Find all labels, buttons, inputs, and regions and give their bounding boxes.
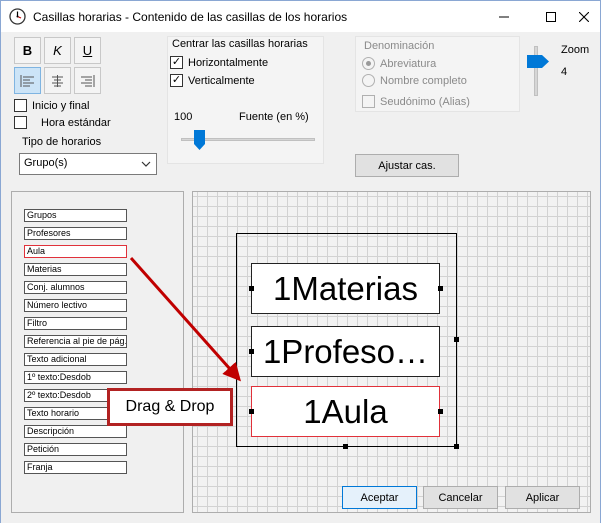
field-item[interactable]: Texto adicional	[24, 353, 127, 366]
resize-handle[interactable]	[454, 337, 459, 342]
resize-handle[interactable]	[454, 444, 459, 449]
underline-button[interactable]: U	[74, 37, 101, 64]
resize-handle[interactable]	[438, 286, 443, 291]
checkbox-box	[14, 116, 27, 129]
dialog-window: Casillas horarias - Contenido de las cas…	[0, 0, 601, 523]
align-left-icon	[20, 74, 34, 87]
inicio-final-label: Inicio y final	[32, 99, 90, 112]
cell-design-canvas[interactable]: 1Materias 1Profeso… 1Aula	[192, 191, 591, 513]
cell-text: 1Materias	[273, 269, 418, 307]
minimize-icon	[499, 16, 509, 17]
cell-text: 1Aula	[303, 392, 388, 430]
field-item[interactable]: Franja	[24, 461, 127, 474]
field-item[interactable]: 1º texto:Desdob	[24, 371, 127, 384]
bold-button[interactable]: B	[14, 37, 41, 64]
accept-button-label: Aceptar	[360, 491, 399, 504]
field-item[interactable]: Materias	[24, 263, 127, 276]
field-item[interactable]: Referencia al pie de pág.	[24, 335, 127, 348]
apply-button[interactable]: Aplicar	[505, 486, 580, 509]
horizontal-checkbox[interactable]: ✓ Horizontalmente	[170, 56, 268, 69]
field-item[interactable]: Petición	[24, 443, 127, 456]
denominacion-title: Denominación	[364, 40, 435, 52]
checkbox-box	[14, 99, 27, 112]
underline-icon: U	[82, 43, 93, 58]
field-item[interactable]: Número lectivo	[24, 299, 127, 312]
checkmark-icon: ✓	[170, 56, 183, 69]
bold-icon: B	[22, 43, 33, 58]
checkmark-icon: ✓	[170, 74, 183, 87]
field-item[interactable]: Conj. alumnos	[24, 281, 127, 294]
tipo-horarios-label: Tipo de horarios	[22, 136, 102, 148]
cell-field-aula[interactable]: 1Aula	[251, 386, 440, 437]
cell-field-materias[interactable]: 1Materias	[251, 263, 440, 314]
close-button[interactable]	[569, 1, 599, 32]
hora-estandar-checkbox[interactable]: Hora estándar	[14, 116, 111, 129]
cell-text: 1Profeso…	[262, 332, 429, 370]
tipo-horarios-select[interactable]: Grupo(s)	[19, 153, 157, 175]
apply-button-label: Aplicar	[525, 491, 560, 504]
maximize-button[interactable]	[536, 1, 566, 32]
italic-button[interactable]: K	[44, 37, 71, 64]
font-percent-value: 100	[174, 111, 193, 123]
field-item[interactable]: Profesores	[24, 227, 127, 240]
field-item[interactable]: Filtro	[24, 317, 127, 330]
italic-icon: K	[53, 43, 62, 58]
checkbox-box	[362, 95, 375, 108]
hora-estandar-label: Hora estándar	[41, 116, 111, 129]
vertical-checkbox[interactable]: ✓ Verticalmente	[170, 74, 255, 87]
nombre-completo-radio[interactable]: Nombre completo	[362, 74, 467, 87]
zoom-slider-thumb[interactable]	[527, 55, 549, 68]
accept-button[interactable]: Aceptar	[342, 486, 417, 509]
drag-drop-callout: Drag & Drop	[107, 388, 233, 426]
close-icon	[579, 11, 589, 22]
tipo-horarios-value: Grupo(s)	[24, 157, 68, 169]
resize-handle[interactable]	[343, 444, 348, 449]
ajustar-button-label: Ajustar cas.	[378, 159, 436, 172]
cancel-button[interactable]: Cancelar	[423, 486, 498, 509]
minimize-button[interactable]	[489, 1, 519, 32]
align-right-icon	[81, 74, 95, 87]
field-item[interactable]: Descripción	[24, 425, 127, 438]
callout-text: Drag & Drop	[125, 398, 215, 415]
resize-handle[interactable]	[249, 286, 254, 291]
maximize-icon	[546, 11, 556, 22]
clock-app-icon	[9, 8, 26, 25]
ajustar-button[interactable]: Ajustar cas.	[355, 154, 459, 177]
centrar-title: Centrar las casillas horarias	[172, 38, 308, 50]
resize-handle[interactable]	[249, 349, 254, 354]
vertical-label: Verticalmente	[188, 74, 255, 87]
radio-dot	[362, 74, 375, 87]
horizontal-label: Horizontalmente	[188, 56, 269, 69]
title-bar: Casillas horarias - Contenido de las cas…	[1, 1, 600, 32]
abreviatura-label: Abreviatura	[380, 57, 437, 70]
cell-field-profesores[interactable]: 1Profeso…	[251, 326, 440, 377]
resize-handle[interactable]	[249, 409, 254, 414]
align-center-button[interactable]	[44, 67, 71, 94]
radio-dot	[362, 57, 375, 70]
nombre-completo-label: Nombre completo	[380, 74, 467, 87]
align-left-button[interactable]	[14, 67, 41, 94]
zoom-slider-track[interactable]	[534, 46, 538, 96]
inicio-final-checkbox[interactable]: Inicio y final	[14, 99, 89, 112]
font-percent-label: Fuente (en %)	[239, 111, 309, 123]
fields-panel: Grupos Profesores Aula Materias Conj. alumno…	[11, 191, 184, 513]
abreviatura-radio[interactable]: Abreviatura	[362, 57, 436, 70]
dialog-client-area: B K U Inicio y final Hora estándar Tipo …	[1, 32, 600, 523]
chevron-down-icon	[141, 161, 151, 167]
seudonimo-label: Seudónimo (Alias)	[380, 95, 470, 108]
resize-handle[interactable]	[438, 409, 443, 414]
field-item[interactable]: Aula	[24, 245, 127, 258]
zoom-label: Zoom	[561, 44, 590, 56]
zoom-value: 4	[561, 66, 568, 78]
field-item[interactable]: Grupos	[24, 209, 127, 222]
font-slider-thumb[interactable]	[194, 130, 205, 150]
align-center-icon	[52, 74, 63, 87]
seudonimo-checkbox[interactable]: Seudónimo (Alias)	[362, 95, 470, 108]
window-title: Casillas horarias - Contenido de las cas…	[33, 10, 348, 24]
align-right-button[interactable]	[74, 67, 101, 94]
cancel-button-label: Cancelar	[438, 491, 483, 504]
